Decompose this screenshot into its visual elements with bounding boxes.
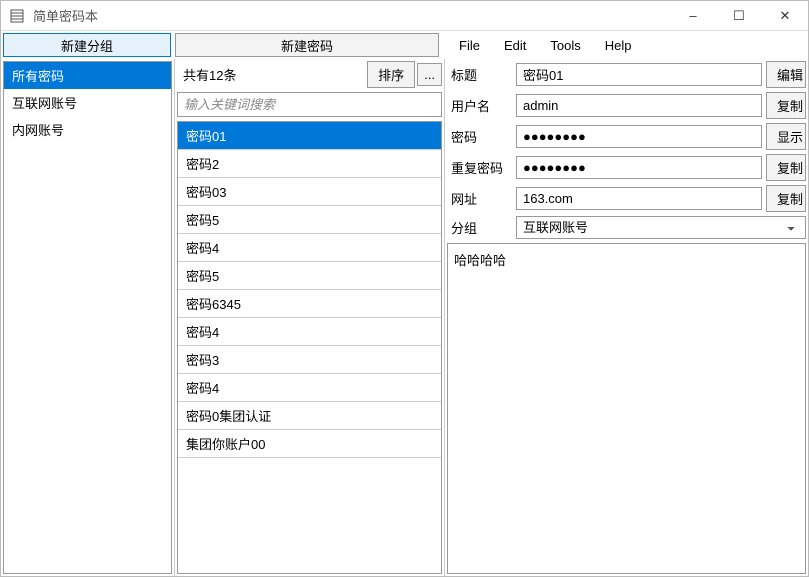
password-list[interactable]: 密码01密码2密码03密码5密码4密码5密码6345密码4密码3密码4密码0集团…	[177, 121, 442, 574]
new-password-button[interactable]: 新建密码	[175, 33, 439, 57]
maximize-button[interactable]: ☐	[716, 1, 762, 31]
password-item[interactable]: 集团你账户00	[178, 430, 441, 458]
copy-user-button[interactable]: 复制	[766, 92, 806, 119]
row-user: 用户名 复制	[447, 92, 806, 119]
url-field[interactable]	[516, 187, 762, 210]
row-repeat: 重复密码 复制	[447, 154, 806, 181]
repeat-password-field[interactable]	[516, 156, 762, 179]
group-select[interactable]: 互联网账号	[516, 216, 806, 239]
group-list[interactable]: 所有密码互联网账号内网账号	[3, 61, 172, 574]
group-item[interactable]: 内网账号	[4, 116, 171, 143]
close-button[interactable]: ✕	[762, 1, 808, 31]
menu-edit[interactable]: Edit	[492, 31, 538, 59]
search-box	[177, 92, 442, 117]
row-title: 标题 编辑	[447, 61, 806, 88]
window-title: 简单密码本	[31, 6, 670, 25]
toolbar: 新建分组 新建密码 File Edit Tools Help	[1, 31, 808, 59]
user-field[interactable]	[516, 94, 762, 117]
group-item[interactable]: 互联网账号	[4, 89, 171, 116]
detail-column: 标题 编辑 用户名 复制 密码 显示 重复密码 复制 网址 复制 分组 互联网账…	[445, 59, 808, 576]
password-field[interactable]	[516, 125, 762, 148]
password-item[interactable]: 密码5	[178, 206, 441, 234]
password-item[interactable]: 密码3	[178, 346, 441, 374]
more-button[interactable]: ...	[417, 63, 442, 86]
label-password: 密码	[447, 127, 512, 146]
password-item[interactable]: 密码2	[178, 150, 441, 178]
row-password: 密码 显示	[447, 123, 806, 150]
label-url: 网址	[447, 189, 512, 208]
minimize-button[interactable]: –	[670, 1, 716, 31]
password-item[interactable]: 密码01	[178, 122, 441, 150]
show-password-button[interactable]: 显示	[766, 123, 806, 150]
row-group: 分组 互联网账号	[447, 216, 806, 239]
title-field[interactable]	[516, 63, 762, 86]
main-area: 所有密码互联网账号内网账号 共有12条 排序 ... 密码01密码2密码03密码…	[1, 59, 808, 576]
group-item[interactable]: 所有密码	[4, 62, 171, 89]
passwords-column: 共有12条 排序 ... 密码01密码2密码03密码5密码4密码5密码6345密…	[175, 59, 445, 576]
label-group: 分组	[447, 218, 512, 237]
password-item[interactable]: 密码6345	[178, 290, 441, 318]
edit-button[interactable]: 编辑	[766, 61, 806, 88]
label-repeat: 重复密码	[447, 158, 512, 177]
password-item[interactable]: 密码4	[178, 318, 441, 346]
password-item[interactable]: 密码4	[178, 234, 441, 262]
search-input[interactable]	[177, 92, 442, 117]
password-item[interactable]: 密码5	[178, 262, 441, 290]
count-row: 共有12条 排序 ...	[177, 61, 442, 88]
groups-column: 所有密码互联网账号内网账号	[1, 59, 175, 576]
menu-tools[interactable]: Tools	[538, 31, 592, 59]
copy-password-button[interactable]: 复制	[766, 154, 806, 181]
row-url: 网址 复制	[447, 185, 806, 212]
password-item[interactable]: 密码0集团认证	[178, 402, 441, 430]
password-item[interactable]: 密码03	[178, 178, 441, 206]
titlebar: 简单密码本 – ☐ ✕	[1, 1, 808, 31]
notes-area[interactable]: 哈哈哈哈	[447, 243, 806, 574]
label-user: 用户名	[447, 96, 512, 115]
password-item[interactable]: 密码4	[178, 374, 441, 402]
menu-help[interactable]: Help	[593, 31, 644, 59]
app-icon	[9, 8, 25, 24]
sort-button[interactable]: 排序	[367, 61, 415, 88]
copy-url-button[interactable]: 复制	[766, 185, 806, 212]
new-group-button[interactable]: 新建分组	[3, 33, 171, 57]
menu-file[interactable]: File	[447, 31, 492, 59]
label-title: 标题	[447, 65, 512, 84]
item-count: 共有12条	[177, 61, 365, 88]
